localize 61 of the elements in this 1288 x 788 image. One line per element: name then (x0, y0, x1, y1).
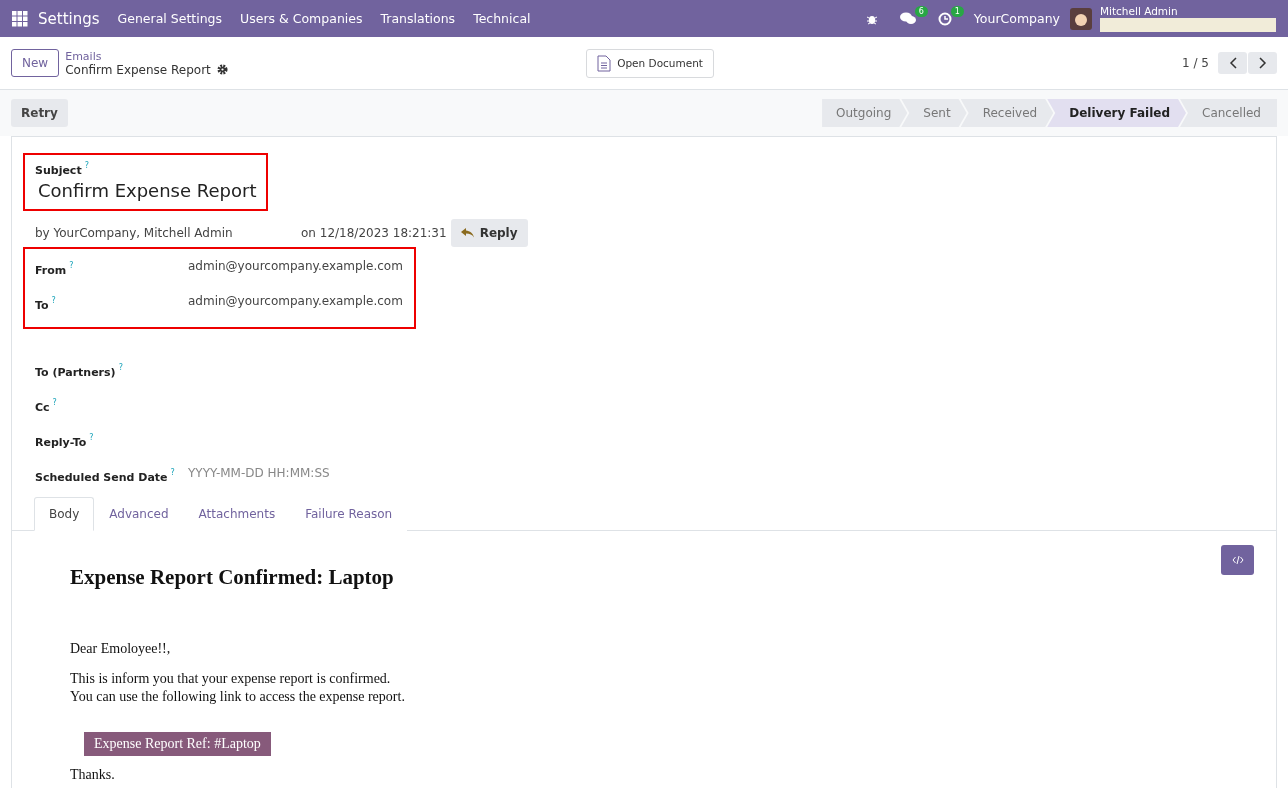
message-count: 6 (914, 6, 928, 17)
status-stage[interactable]: Sent (901, 99, 967, 127)
help-mark[interactable]: ? (118, 362, 123, 372)
code-icon (1231, 555, 1244, 565)
record-title: Confirm Expense Report (65, 62, 211, 77)
company-name[interactable]: YourCompany (973, 11, 1060, 26)
gear-icon[interactable] (216, 64, 228, 75)
date-field[interactable]: YYYY-MM-DD HH:MM:SS (188, 466, 330, 480)
menu-item[interactable]: Translations (380, 11, 456, 26)
status-stage[interactable]: Outgoing (822, 99, 908, 127)
author-text: by YourCompany, Mitchell Admin (35, 226, 234, 240)
help-mark[interactable]: ? (89, 432, 94, 442)
pager-value: 1 / 5 (1182, 56, 1209, 70)
menu-item[interactable]: General Settings (117, 11, 223, 26)
reply-arrow-icon (460, 228, 474, 238)
help-mark[interactable]: ? (84, 160, 89, 170)
activity-count: 1 (950, 5, 964, 17)
date-text: on 12/18/2023 18:21:31 (301, 226, 447, 240)
email-closing: Thanks. (70, 766, 116, 784)
next-button[interactable] (1248, 52, 1277, 74)
chevron-right-icon (1258, 57, 1267, 69)
new-button[interactable]: New (11, 49, 60, 77)
previous-button[interactable] (1218, 52, 1247, 74)
reply-button[interactable]: Reply (450, 219, 528, 247)
email-text: You can use the following link to access the expense report. (70, 689, 405, 704)
status-stage[interactable]: Received (960, 99, 1054, 127)
help-mark[interactable]: ? (51, 295, 56, 305)
field-label: Cc (35, 401, 50, 414)
email-greeting: Dear Emoloyee!!, (70, 640, 172, 658)
help-mark[interactable]: ? (52, 397, 57, 407)
document-icon (597, 54, 612, 72)
breadcrumb-link[interactable]: Emails (65, 49, 587, 63)
menu-item[interactable]: Users & Companies (240, 11, 363, 26)
app-name[interactable]: Settings (38, 9, 100, 28)
retry-button[interactable]: Retry (11, 99, 68, 127)
code-view-button[interactable] (1221, 545, 1254, 575)
field-label: To (Partners) (35, 366, 116, 379)
field-label: Scheduled Send Date (35, 471, 168, 484)
help-mark[interactable]: ? (69, 260, 74, 270)
app-grid-icon[interactable] (12, 10, 28, 27)
status-stage[interactable]: Cancelled (1180, 99, 1277, 127)
field-value[interactable]: admin@yourcompany.example.com (188, 259, 403, 273)
field-label: Reply-To (35, 436, 87, 449)
help-mark[interactable]: ? (170, 467, 175, 477)
field-label: Subject (35, 164, 82, 177)
field-label: From (35, 264, 67, 277)
chevron-left-icon (1228, 57, 1237, 69)
clock-icon[interactable] (937, 11, 952, 26)
user-name[interactable]: Mitchell Admin (1100, 5, 1276, 17)
avatar-icon[interactable] (1070, 7, 1092, 30)
open-document-button[interactable]: Open Document (586, 48, 714, 78)
field-label: To (35, 299, 49, 312)
field-value[interactable]: admin@yourcompany.example.com (188, 294, 403, 308)
email-heading: Expense Report Confirmed: Laptop (70, 565, 395, 590)
menu-item[interactable]: Technical (473, 11, 531, 26)
email-text: This is inform you that your expense report is confirmed. (70, 671, 391, 686)
form-tab[interactable]: Body (34, 497, 95, 531)
chat-icon[interactable] (899, 12, 916, 25)
status-stage[interactable]: Delivery Failed (1047, 99, 1186, 127)
expense-report-link[interactable]: Expense Report Ref: #Laptop (84, 732, 271, 756)
subject-value[interactable]: Confirm Expense Report (38, 180, 257, 201)
